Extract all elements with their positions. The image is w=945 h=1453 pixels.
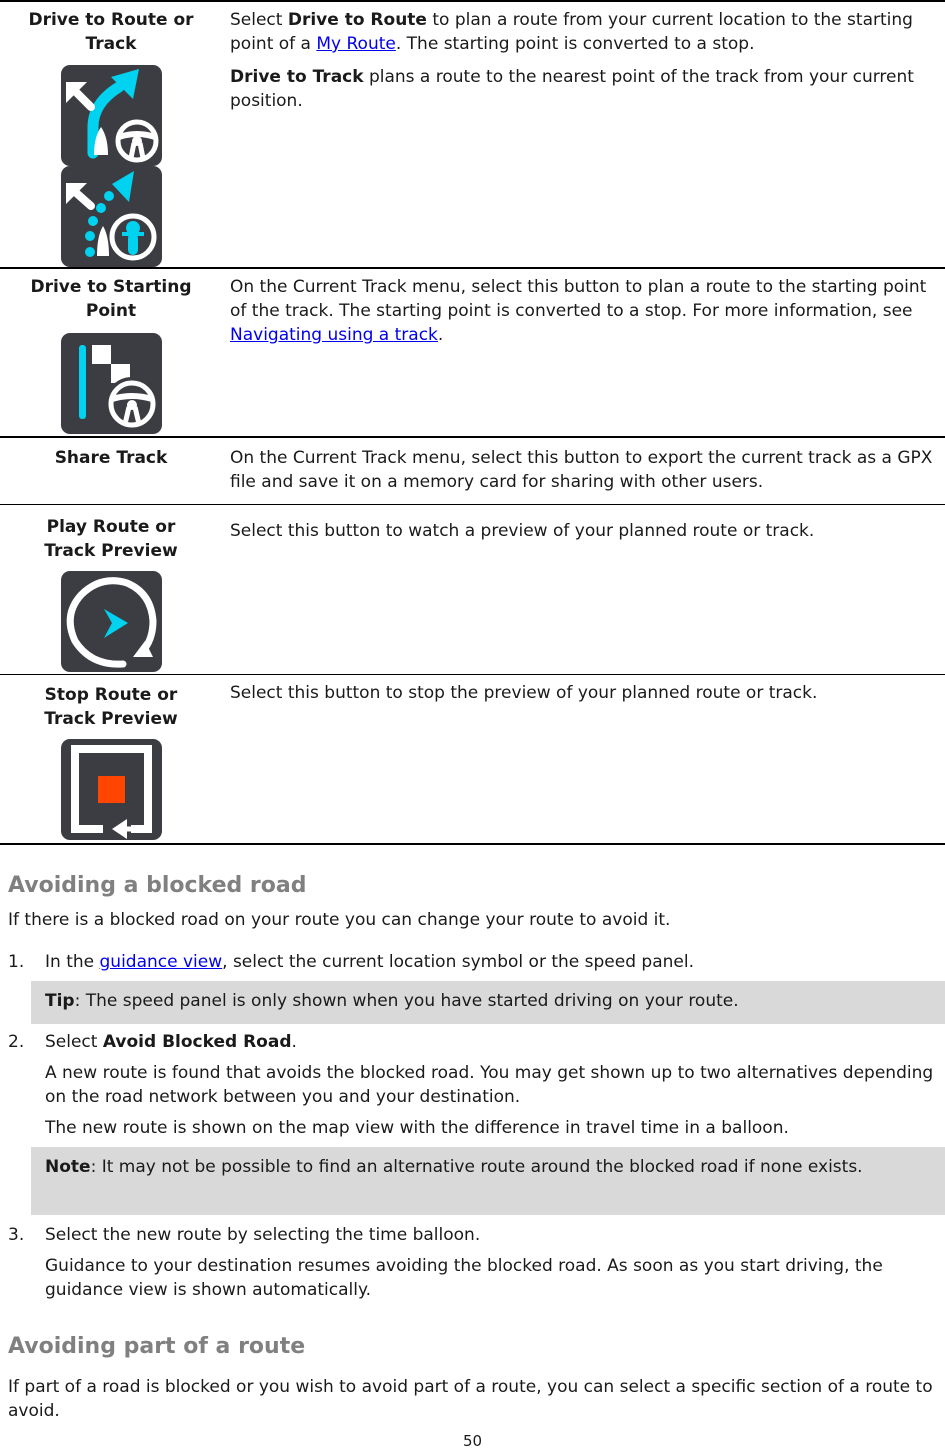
- description-paragraph: On the Current Track menu, select this b…: [230, 277, 927, 345]
- button-term: Play Route or Track Preview: [44, 517, 178, 561]
- button-term: Stop Route or Track Preview: [44, 685, 178, 729]
- description-paragraph: Select this button to stop the preview o…: [230, 683, 818, 703]
- stop-preview-icon[interactable]: [60, 739, 162, 840]
- step-paragraph: Guidance to your destination resumes avo…: [45, 1256, 883, 1300]
- table-row: Play Route or Track Preview Select this …: [0, 505, 945, 675]
- drive-to-starting-point-icon[interactable]: [60, 333, 162, 434]
- step-2: 2. Select Avoid Blocked Road. A new rout…: [8, 1032, 934, 1138]
- intro-paragraph: If there is a blocked road on your route…: [8, 910, 671, 930]
- intro-paragraph: If part of a road is blocked or you wish…: [8, 1377, 933, 1421]
- page-number: 50: [462, 1432, 483, 1450]
- my-route-link[interactable]: My Route: [316, 34, 395, 54]
- section-heading: Avoiding a blocked road: [8, 873, 307, 898]
- table-row: Share Track On the Current Track menu, s…: [0, 438, 945, 505]
- section-heading: Avoiding part of a route: [8, 1334, 306, 1359]
- step-paragraph: The new route is shown on the map view w…: [45, 1118, 789, 1138]
- table-row: Drive to Route or Track Select Drive to …: [0, 0, 945, 269]
- step-paragraph: A new route is found that avoids the blo…: [45, 1063, 934, 1107]
- button-term: Drive to Starting Point: [30, 277, 192, 321]
- table-row: Stop Route or Track Preview Select this …: [0, 675, 945, 845]
- table-row: Drive to Starting Point On the Current T…: [0, 269, 945, 438]
- note-box: Note: It may not be possible to find an …: [31, 1147, 945, 1215]
- manual-page: Drive to Route or Track Select Drive to …: [0, 0, 945, 1453]
- button-term: Drive to Route or Track: [28, 10, 194, 54]
- guidance-view-link[interactable]: guidance view: [100, 952, 223, 972]
- tip-box: Tip: The speed panel is only shown when …: [31, 981, 945, 1024]
- button-reference-table: Drive to Route or Track Select Drive to …: [0, 0, 945, 845]
- step-3: 3. Select the new route by selecting the…: [8, 1223, 938, 1303]
- button-term: Share Track: [54, 448, 168, 468]
- description-paragraph: On the Current Track menu, select this b…: [230, 448, 933, 492]
- navigating-using-a-track-link[interactable]: Navigating using a track: [230, 325, 438, 345]
- drive-to-route-icon[interactable]: [60, 65, 162, 166]
- play-preview-icon[interactable]: [60, 571, 162, 672]
- drive-to-track-icon[interactable]: [60, 166, 162, 267]
- description-paragraph: Select Drive to Route to plan a route fr…: [230, 10, 913, 54]
- description-paragraph: Drive to Track plans a route to the near…: [230, 67, 914, 111]
- description-paragraph: Select this button to watch a preview of…: [230, 521, 815, 541]
